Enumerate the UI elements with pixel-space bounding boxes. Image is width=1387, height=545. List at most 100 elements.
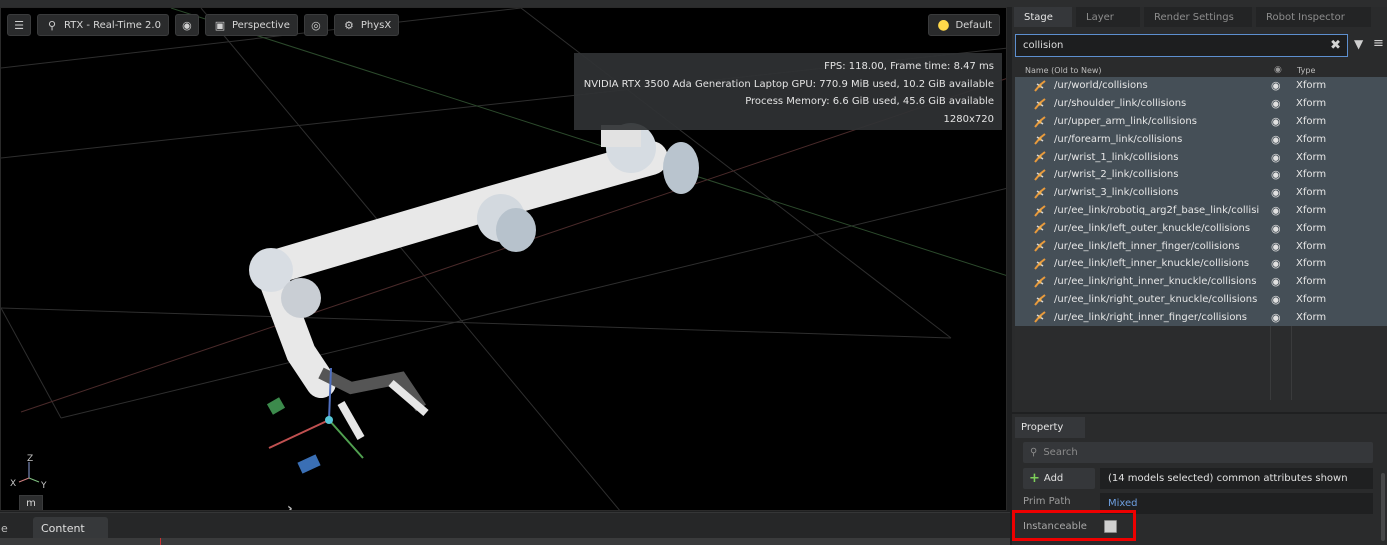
tree-row-path: /ur/ee_link/left_outer_knuckle/collision… (1054, 222, 1251, 234)
xform-icon (1034, 258, 1046, 270)
eye-icon[interactable]: ◉ (1271, 257, 1281, 270)
tree-row[interactable]: /ur/ee_link/right_inner_finger/collision… (1015, 308, 1387, 326)
gizmo-z-label: Z (27, 454, 33, 464)
tree-row[interactable]: /ur/ee_link/left_outer_knuckle/collision… (1015, 219, 1387, 237)
tree-row-type: Xform (1296, 276, 1327, 288)
tree-row-type: Xform (1296, 151, 1327, 163)
close-icon[interactable]: ✖ (1330, 38, 1341, 53)
tree-row[interactable]: /ur/ee_link/left_inner_knuckle/collision… (1015, 255, 1387, 273)
stats-resolution: 1280x720 (943, 113, 994, 125)
xform-icon (1034, 222, 1046, 235)
tab-robot-inspector[interactable]: Robot Inspector (1256, 7, 1371, 27)
stats-fps: FPS: 118.00, Frame time: 8.47 ms (824, 61, 994, 72)
renderer-button[interactable]: ⚲ RTX - Real-Time 2.0 (37, 14, 169, 36)
renderer-label: RTX - Real-Time 2.0 (64, 19, 161, 31)
tree-row-path: /ur/shoulder_link/collisions (1054, 98, 1187, 110)
units-button[interactable]: m (19, 495, 43, 510)
xform-icon (1034, 204, 1046, 217)
tree-row[interactable]: /ur/ee_link/robotiq_arg2f_base_link/coll… (1015, 202, 1387, 220)
eye-icon[interactable]: ◉ (1271, 97, 1281, 110)
column-header-name[interactable]: Name (Old to New) (1025, 66, 1102, 75)
viewport[interactable]: ☰ ⚲ RTX - Real-Time 2.0 ◉ ▣ Perspective … (0, 7, 1007, 511)
prim-path-value[interactable]: Mixed (1100, 493, 1373, 514)
tree-row[interactable]: /ur/ee_link/right_inner_knuckle/collisio… (1015, 273, 1387, 291)
camera-icon: ▣ (214, 18, 226, 32)
settings-button[interactable]: ☰ (7, 14, 31, 36)
tree-row[interactable]: /ur/wrist_1_link/collisions ◉ Xform (1015, 148, 1387, 166)
property-scrollbar[interactable] (1381, 473, 1385, 541)
eye-icon[interactable]: ◉ (1271, 204, 1281, 217)
stage-panel: Stage Layer Render Settings Robot Inspec… (1012, 7, 1387, 412)
broadcast-icon: ◎ (311, 18, 321, 32)
tree-row[interactable]: /ur/wrist_2_link/collisions ◉ Xform (1015, 166, 1387, 184)
tab-content[interactable]: Content (33, 517, 108, 539)
physx-label: PhysX (360, 19, 392, 31)
prim-path-label: Prim Path (1023, 496, 1071, 507)
tree-row-type: Xform (1296, 222, 1327, 234)
plus-icon: + (1029, 471, 1040, 486)
tree-row-path: /ur/wrist_3_link/collisions (1054, 187, 1179, 199)
tab-layer[interactable]: Layer (1076, 7, 1140, 27)
menu-icon[interactable]: ≡ (1373, 36, 1384, 51)
tree-row-path: /ur/ee_link/left_inner_knuckle/collision… (1054, 258, 1250, 270)
eye-icon[interactable]: ◉ (1271, 151, 1281, 164)
tree-row-type: Xform (1296, 311, 1327, 323)
gizmo-x-label: X (10, 479, 16, 489)
filter-icon[interactable]: ▼ (1354, 37, 1363, 51)
tree-row-path: /ur/upper_arm_link/collisions (1054, 115, 1197, 127)
property-search-input[interactable]: ⚲ Search (1023, 442, 1373, 463)
tree-row-path: /ur/world/collisions (1054, 80, 1148, 92)
stage-search-input[interactable]: collision ✖ (1015, 34, 1348, 57)
tree-row[interactable]: /ur/shoulder_link/collisions ◉ Xform (1015, 95, 1387, 113)
eye-icon[interactable]: ◉ (1271, 240, 1281, 253)
sun-icon: ● (937, 17, 950, 33)
lighting-label: Default (955, 19, 992, 31)
tree-row[interactable]: /ur/upper_arm_link/collisions ◉ Xform (1015, 113, 1387, 131)
stage-tree: /ur/world/collisions ◉ Xform/ur/shoulder_l… (1015, 77, 1387, 400)
xform-icon (1034, 311, 1046, 323)
eye-icon[interactable]: ◉ (1271, 115, 1281, 128)
add-button[interactable]: + Add (1023, 468, 1095, 489)
tree-row-type: Xform (1296, 293, 1327, 305)
axis-gizmo: Z X Y (10, 454, 47, 491)
tab-previous[interactable]: e (0, 517, 29, 539)
column-header-type[interactable]: Type (1297, 66, 1315, 75)
robot-arm (249, 123, 699, 474)
physx-button[interactable]: ⚙ PhysX (333, 14, 400, 36)
highlight-box (1012, 510, 1136, 541)
eye-icon[interactable]: ◉ (1271, 275, 1281, 288)
audio-button[interactable]: ◎ (303, 14, 328, 36)
tree-row[interactable]: /ur/world/collisions ◉ Xform (1015, 77, 1387, 95)
lightbulb-icon: ⚲ (47, 18, 57, 32)
eye-icon[interactable]: ◉ (1271, 133, 1281, 146)
tree-rows: /ur/world/collisions ◉ Xform/ur/shoulder_l… (1015, 77, 1387, 327)
content-panel (0, 538, 1010, 545)
xform-icon (1034, 115, 1046, 128)
tree-row-type: Xform (1296, 98, 1327, 110)
eye-icon[interactable]: ◉ (1271, 168, 1281, 181)
lighting-button[interactable]: ● Default (928, 14, 1000, 36)
camera-button[interactable]: ▣ Perspective (204, 14, 298, 36)
eye-icon: ◉ (1274, 65, 1282, 75)
top-strip (0, 0, 1387, 7)
eye-icon[interactable]: ◉ (1271, 79, 1281, 92)
tab-render-settings[interactable]: Render Settings (1144, 7, 1252, 27)
xform-icon (1034, 187, 1046, 199)
tree-row[interactable]: /ur/ee_link/right_outer_knuckle/collisio… (1015, 291, 1387, 309)
eye-icon[interactable]: ◉ (1271, 186, 1281, 199)
tree-row[interactable]: /ur/wrist_3_link/collisions ◉ Xform (1015, 184, 1387, 202)
camera-label: Perspective (231, 19, 290, 31)
tab-property[interactable]: Property (1015, 417, 1085, 438)
tree-row[interactable]: /ur/forearm_link/collisions ◉ Xform (1015, 130, 1387, 148)
chevron-right-icon[interactable]: › (287, 501, 293, 510)
eye-icon[interactable]: ◉ (1271, 222, 1281, 235)
xform-icon (1034, 275, 1046, 288)
eye-icon[interactable]: ◉ (1271, 293, 1281, 306)
tab-stage[interactable]: Stage (1014, 7, 1072, 27)
visibility-button[interactable]: ◉ (174, 14, 199, 36)
selection-summary: (14 models selected) common attributes s… (1100, 468, 1373, 489)
tree-row[interactable]: /ur/ee_link/left_inner_finger/collisions… (1015, 237, 1387, 255)
xform-icon (1034, 151, 1046, 163)
eye-icon[interactable]: ◉ (1271, 311, 1281, 324)
property-search-placeholder: Search (1043, 447, 1078, 458)
